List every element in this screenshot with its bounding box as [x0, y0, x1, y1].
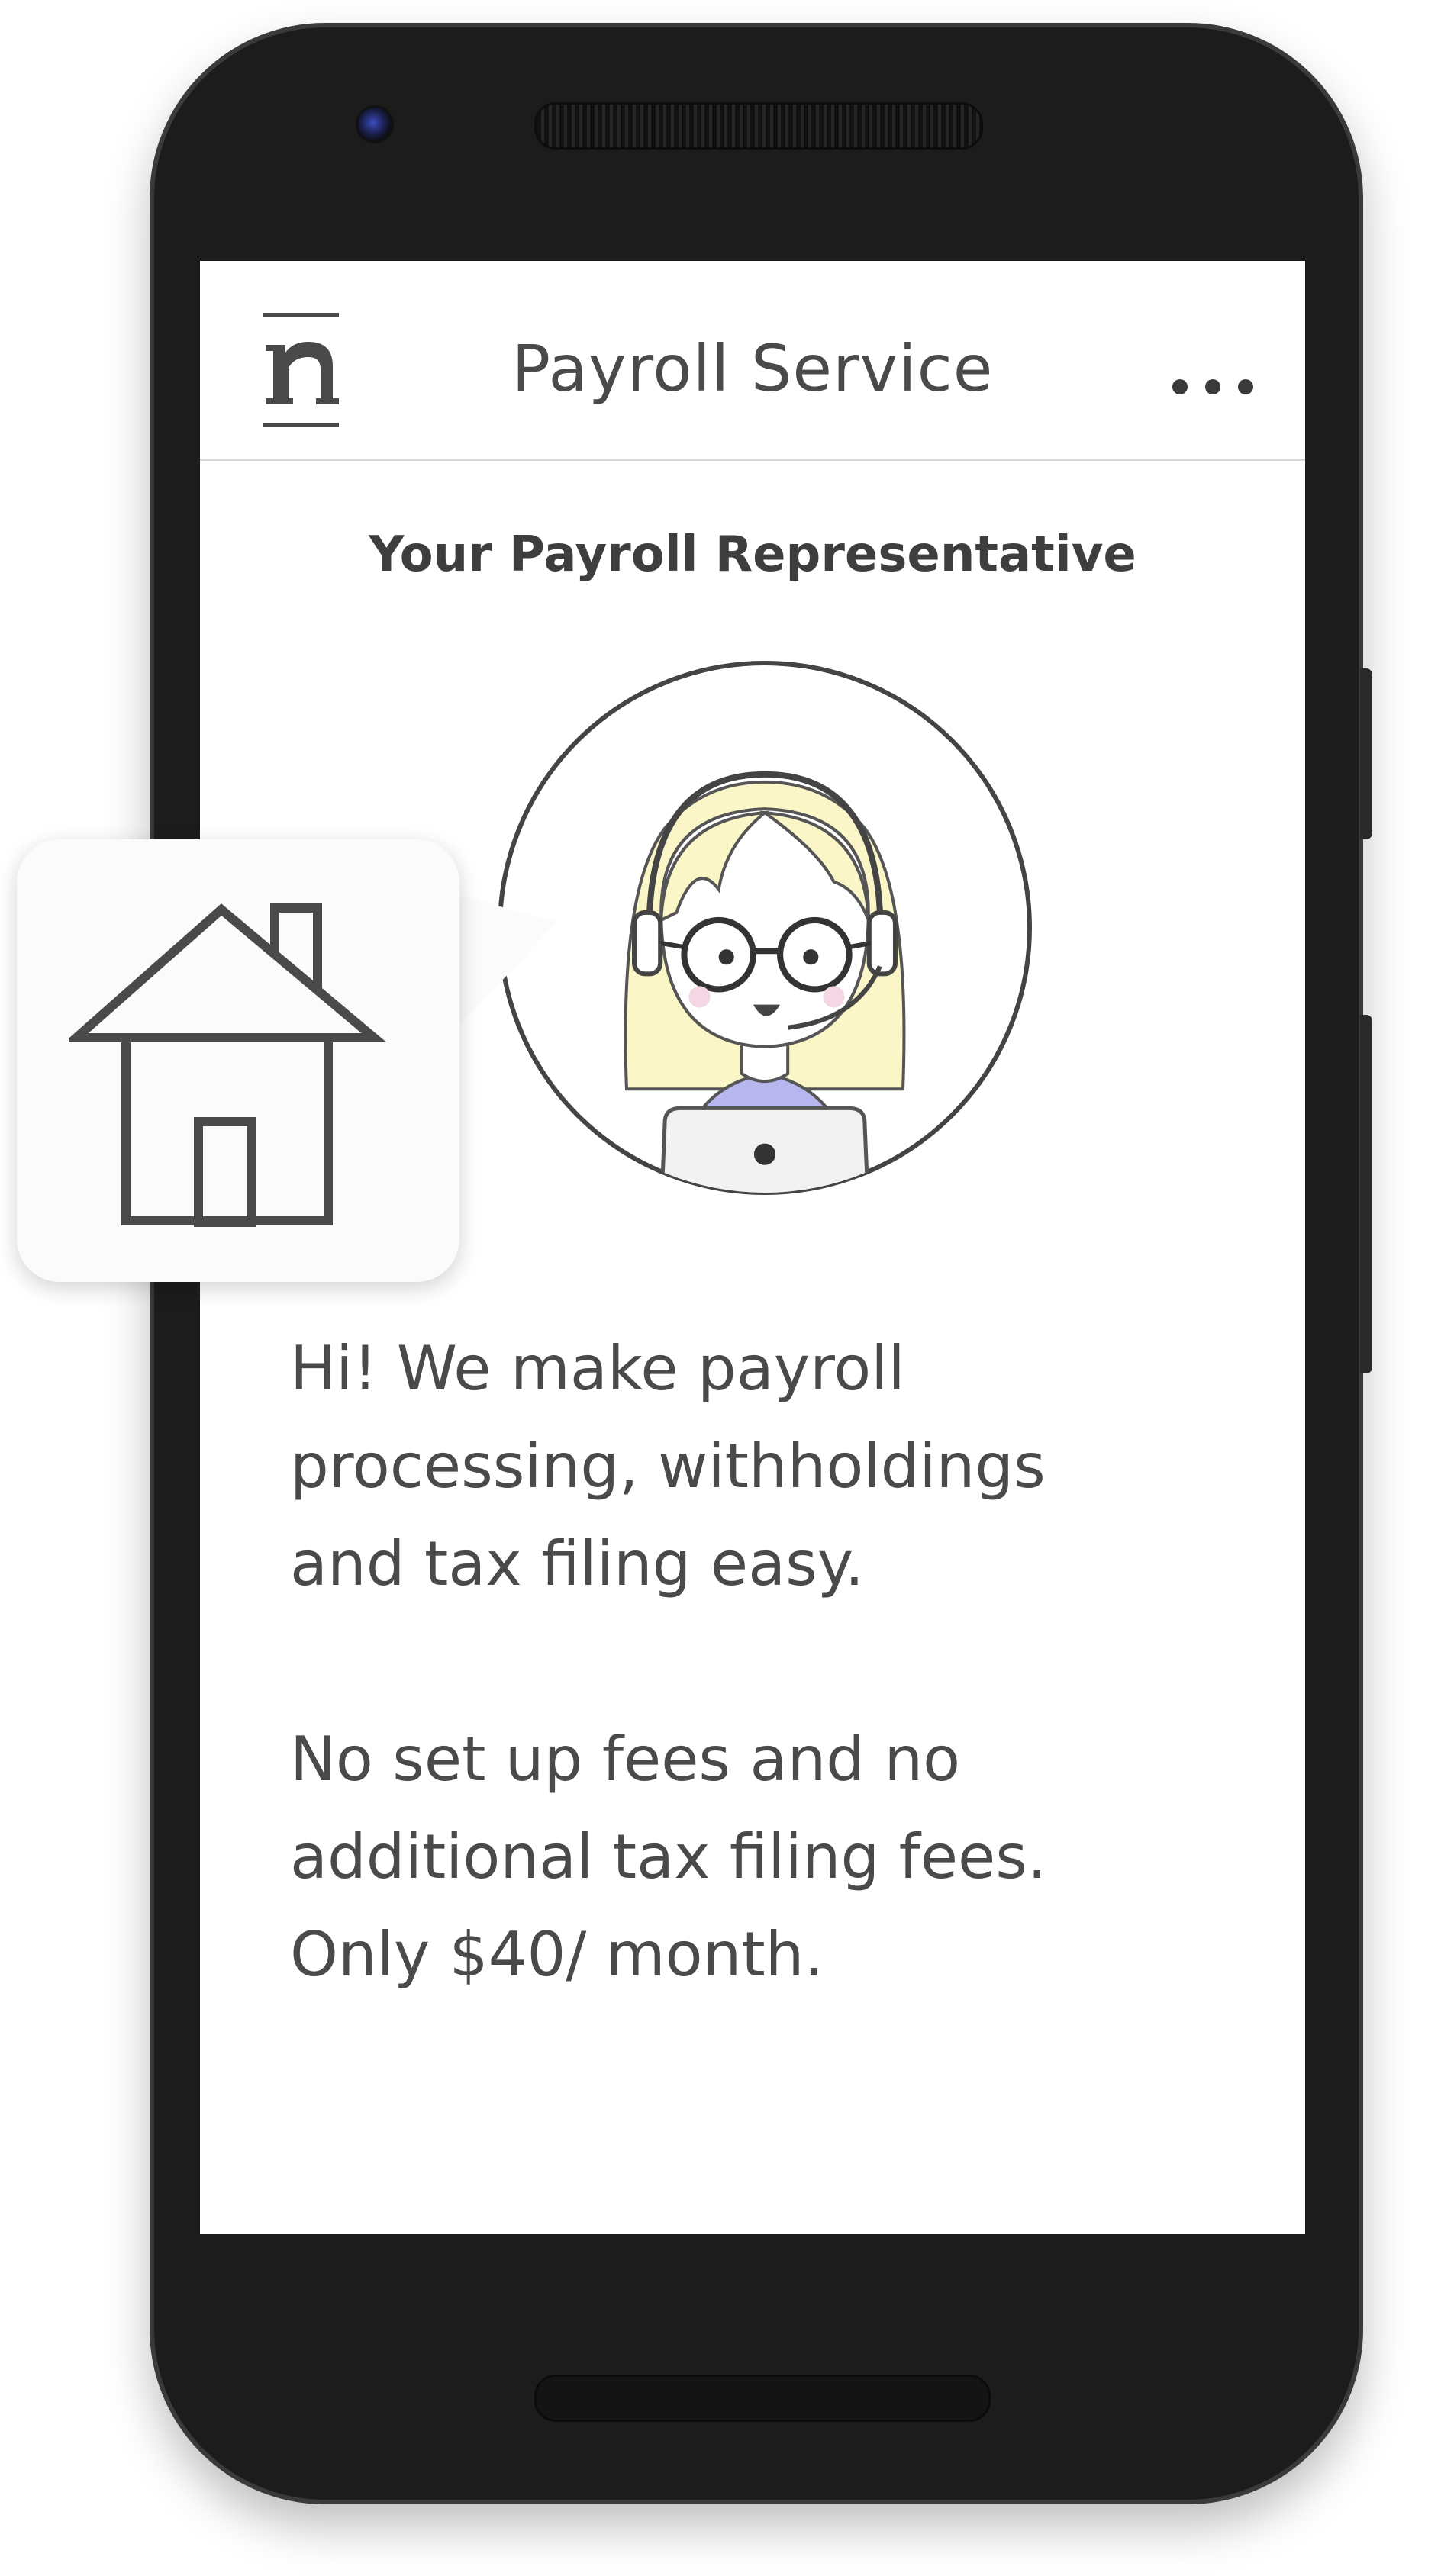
- volume-button: [1360, 1015, 1372, 1373]
- message-line: Only $40/ month.: [290, 1919, 824, 1990]
- message-line: additional tax filing fees.: [290, 1821, 1047, 1892]
- house-icon: [69, 903, 387, 1227]
- front-camera-icon: [356, 105, 394, 143]
- message-line: Hi! We make payroll: [290, 1333, 905, 1404]
- message-line: and tax filing easy.: [290, 1528, 865, 1599]
- pricing-message: No set up fees and no additional tax fil…: [290, 1711, 1252, 2004]
- callout-tail: [443, 891, 557, 1044]
- power-button: [1360, 668, 1372, 839]
- app-header: Payroll Service: [200, 261, 1305, 461]
- message-line: No set up fees and no: [290, 1724, 961, 1795]
- bottom-speaker: [534, 2375, 991, 2422]
- page-title: Payroll Service: [511, 331, 994, 406]
- representative-title: Your Payroll Representative: [369, 526, 1136, 583]
- earpiece-speaker: [534, 102, 983, 150]
- message-line: processing, withholdings: [290, 1431, 1046, 1502]
- intro-message: Hi! We make payroll processing, withhold…: [290, 1320, 1252, 1613]
- more-dots-icon[interactable]: [1171, 375, 1255, 398]
